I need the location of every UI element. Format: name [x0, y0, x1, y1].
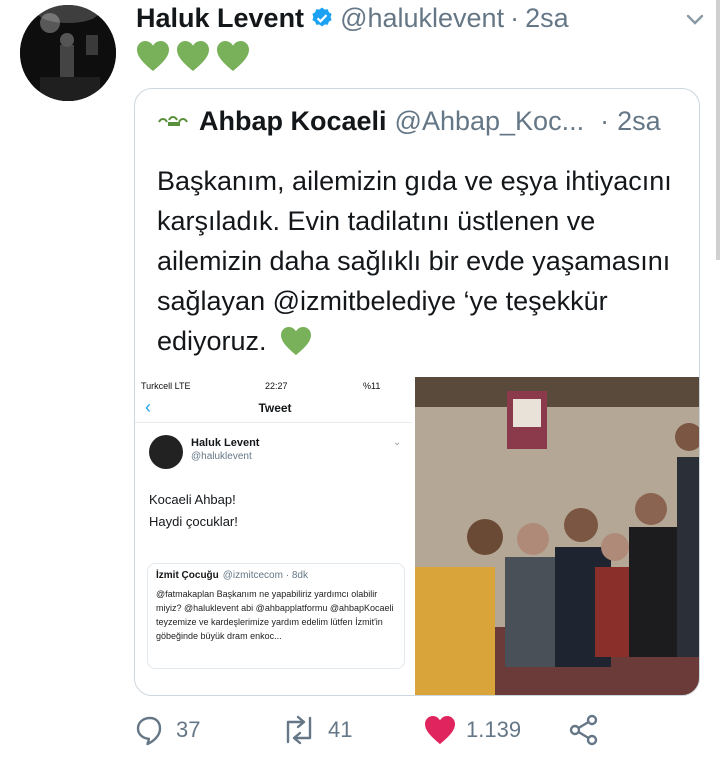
- retweet-count: 41: [328, 717, 353, 742]
- phone-nav-bar: ‹ Tweet: [135, 395, 412, 423]
- retweet-icon: [286, 715, 312, 745]
- screenshot-author-handle: @haluklevent: [191, 451, 252, 462]
- like-button[interactable]: 1.139: [424, 710, 521, 750]
- scrollbar[interactable]: [716, 0, 720, 260]
- screenshot-quoted-header: İzmit Çocuğu @izmitcecom · 8dk: [156, 570, 396, 581]
- screenshot-quoted-name: İzmit Çocuğu: [156, 570, 219, 581]
- share-button[interactable]: [568, 710, 600, 750]
- green-heart-icon: [217, 41, 249, 71]
- carrier-label: Turkcell LTE: [141, 381, 191, 391]
- quoted-tweet-text: Başkanım, ailemizin gıda ve eşya ihtiyac…: [157, 161, 697, 361]
- quoted-avatar-logo-icon[interactable]: [157, 106, 191, 137]
- tweet-actions: 37 41 1.139: [134, 710, 714, 750]
- battery-label: %11: [363, 381, 381, 391]
- clock-label: 22:27: [265, 381, 288, 391]
- quoted-tweet-card[interactable]: Ahbap Kocaeli @Ahbap_Koc... · 2sa Başkan…: [134, 88, 700, 696]
- avatar-image: [20, 5, 116, 101]
- media-photo-image[interactable]: [415, 377, 699, 695]
- quoted-author-handle[interactable]: @Ahbap_Koc...: [395, 106, 585, 137]
- verified-badge-icon: [310, 6, 334, 30]
- chevron-down-icon[interactable]: [684, 8, 706, 30]
- tweet-text-hearts: [136, 40, 250, 72]
- separator-dot: ·: [510, 2, 520, 33]
- quoted-tweet-time: 2sa: [617, 105, 661, 136]
- screenshot-line: Haydi çocuklar!: [149, 514, 238, 529]
- media-screenshot-image[interactable]: Turkcell LTE 22:27 %11 ‹ Tweet Haluk Lev…: [135, 377, 415, 695]
- reply-button[interactable]: 37: [134, 710, 200, 750]
- green-heart-icon: [281, 326, 312, 356]
- reply-count: 37: [176, 717, 201, 742]
- chevron-down-icon: ⌄: [393, 437, 402, 448]
- heart-icon: [425, 715, 455, 745]
- tweet-time[interactable]: 2sa: [525, 3, 569, 34]
- retweet-button[interactable]: 41: [280, 710, 352, 750]
- avatar[interactable]: [20, 5, 116, 101]
- separator-dot: ·: [600, 105, 610, 136]
- family-photo: [415, 377, 699, 695]
- quoted-tweet-header: Ahbap Kocaeli @Ahbap_Koc... · 2sa: [157, 101, 661, 141]
- screenshot-quoted-meta: @izmitcecom · 8dk: [222, 570, 308, 581]
- screenshot-quoted-text: @fatmakaplan Başkanım ne yapabiliriz yar…: [156, 589, 394, 641]
- author-handle[interactable]: @haluklevent: [340, 3, 504, 34]
- share-icon: [569, 714, 598, 746]
- quoted-tweet-body: Başkanım, ailemizin gıda ve eşya ihtiyac…: [157, 166, 672, 356]
- phone-nav-title: Tweet: [258, 401, 292, 415]
- reply-icon: [136, 716, 162, 746]
- green-heart-icon: [137, 41, 169, 71]
- quoted-tweet-media[interactable]: Turkcell LTE 22:27 %11 ‹ Tweet Haluk Lev…: [135, 377, 699, 695]
- author-name[interactable]: Haluk Levent: [136, 3, 304, 34]
- screenshot-line: Kocaeli Ahbap!: [149, 492, 236, 507]
- green-heart-icon: [177, 41, 209, 71]
- screenshot-quoted-tweet: İzmit Çocuğu @izmitcecom · 8dk @fatmakap…: [147, 563, 405, 669]
- quoted-author-name[interactable]: Ahbap Kocaeli: [199, 106, 387, 137]
- tweet-header: Haluk Levent @haluklevent · 2sa: [136, 0, 706, 36]
- screenshot-author-name: Haluk Levent: [191, 437, 260, 449]
- phone-status-bar: Turkcell LTE 22:27 %11: [135, 377, 412, 395]
- avatar: [149, 435, 183, 469]
- screenshot-tweet-text: Kocaeli Ahbap! Haydi çocuklar!: [149, 489, 238, 533]
- like-count: 1.139: [466, 717, 522, 742]
